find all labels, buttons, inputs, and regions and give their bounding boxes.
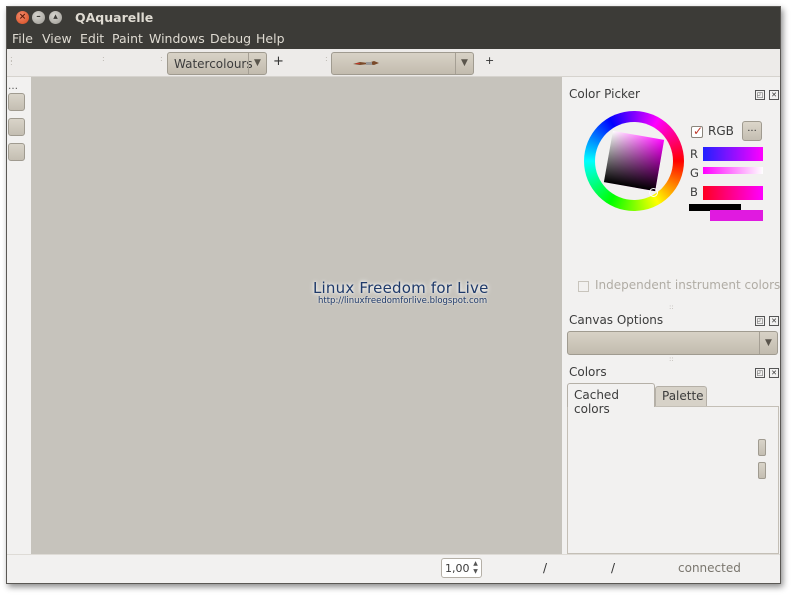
left-toolbar: … bbox=[7, 79, 29, 555]
close-panel-icon[interactable]: ✕ bbox=[769, 316, 779, 326]
status-separator: / bbox=[611, 561, 616, 575]
chevron-down-icon: ▼ bbox=[759, 332, 777, 354]
maximize-window-button[interactable]: ▴ bbox=[49, 11, 62, 24]
brush-set-combo[interactable]: Watercolours ▼ bbox=[167, 52, 267, 75]
spin-up-icon[interactable]: ▲ bbox=[471, 560, 480, 568]
rgb-label: RGB bbox=[708, 124, 734, 138]
independent-colors-label: Independent instrument colors bbox=[595, 278, 781, 292]
splitter-handle[interactable]: :: bbox=[669, 303, 674, 311]
brush-set-value: Watercolours bbox=[174, 57, 253, 71]
menu-file[interactable]: File bbox=[12, 31, 33, 46]
app-window: × – ▴ QAquarelle File View Edit Paint Wi… bbox=[6, 6, 781, 584]
cached-colors-panel bbox=[567, 406, 779, 554]
add-brush-set-button[interactable]: + bbox=[273, 54, 284, 69]
canvas-options-title: Canvas Options bbox=[569, 313, 664, 327]
title-bar: × – ▴ QAquarelle bbox=[7, 7, 780, 29]
toolbar-grip[interactable]: : : bbox=[10, 55, 16, 67]
color-selector-ring[interactable] bbox=[649, 188, 658, 197]
menu-edit[interactable]: Edit bbox=[80, 31, 104, 46]
status-bar: 1,00 ▲ ▼ / / connected bbox=[7, 554, 780, 583]
more-options-button[interactable]: ... bbox=[742, 121, 762, 141]
tab-cached-colors[interactable]: Cached colors bbox=[567, 383, 655, 416]
tool-button-3[interactable] bbox=[8, 143, 25, 161]
float-panel-icon[interactable]: ◰ bbox=[755, 316, 765, 326]
scroll-down-button[interactable] bbox=[758, 462, 766, 479]
menu-windows[interactable]: Windows bbox=[149, 31, 205, 46]
watermark-url: http://linuxfreedomforlive.blogspot.com bbox=[318, 296, 488, 306]
float-panel-icon[interactable]: ◰ bbox=[755, 90, 765, 100]
menu-paint[interactable]: Paint bbox=[112, 31, 143, 46]
menu-help[interactable]: Help bbox=[256, 31, 285, 46]
channel-g-label: G bbox=[690, 166, 699, 180]
chevron-down-icon: ▼ bbox=[455, 53, 473, 74]
spin-down-icon[interactable]: ▼ bbox=[471, 568, 480, 576]
color-wheel[interactable] bbox=[584, 111, 684, 211]
current-color-swatch bbox=[710, 210, 763, 221]
status-separator: / bbox=[543, 561, 548, 575]
tab-palette[interactable]: Palette bbox=[655, 386, 707, 407]
channel-b-slider[interactable] bbox=[703, 186, 763, 200]
window-title: QAquarelle bbox=[75, 10, 154, 25]
tool-button-1[interactable] bbox=[8, 93, 25, 111]
independent-colors-checkbox[interactable] bbox=[578, 281, 589, 292]
toolbar-grip[interactable]: : bbox=[160, 55, 166, 63]
paint-canvas[interactable]: Linux Freedom for Live http://linuxfreed… bbox=[31, 77, 562, 554]
colors-title: Colors bbox=[569, 365, 607, 379]
canvas-options-combo[interactable]: ▼ bbox=[567, 331, 778, 355]
tool-button-2[interactable] bbox=[8, 118, 25, 136]
right-dock: Color Picker ◰ ✕ ✓ RGB ... R G B Indepen… bbox=[564, 77, 781, 554]
menu-bar: File View Edit Paint Windows Debug Help bbox=[7, 29, 780, 49]
checkmark-icon: ✓ bbox=[693, 124, 704, 138]
connection-status: connected bbox=[678, 561, 741, 575]
scroll-up-button[interactable] bbox=[758, 439, 766, 456]
menu-view[interactable]: View bbox=[42, 31, 72, 46]
menu-debug[interactable]: Debug bbox=[210, 31, 251, 46]
saturation-value-square[interactable] bbox=[603, 130, 665, 192]
float-panel-icon[interactable]: ◰ bbox=[755, 368, 765, 378]
channel-g-slider[interactable] bbox=[703, 167, 763, 174]
main-toolbar: : : : : Watercolours ▼ + : ▼ + bbox=[7, 49, 780, 77]
color-picker-title: Color Picker bbox=[569, 87, 640, 101]
close-panel-icon[interactable]: ✕ bbox=[769, 90, 779, 100]
toolbar-grip[interactable]: … bbox=[8, 81, 18, 92]
chevron-down-icon: ▼ bbox=[248, 53, 266, 74]
channel-r-label: R bbox=[690, 147, 698, 161]
brush-combo[interactable]: ▼ bbox=[331, 52, 474, 75]
minimize-window-button[interactable]: – bbox=[32, 11, 45, 24]
zoom-spinbox[interactable]: 1,00 ▲ ▼ bbox=[441, 558, 482, 578]
splitter-handle[interactable]: :: bbox=[669, 355, 674, 363]
close-panel-icon[interactable]: ✕ bbox=[769, 368, 779, 378]
watermark-title: Linux Freedom for Live bbox=[313, 279, 489, 297]
add-brush-button[interactable]: + bbox=[485, 54, 494, 67]
zoom-value: 1,00 bbox=[445, 562, 470, 575]
toolbar-grip[interactable]: : bbox=[102, 55, 108, 63]
channel-r-slider[interactable] bbox=[703, 147, 763, 161]
brush-icon bbox=[353, 61, 379, 65]
channel-b-label: B bbox=[690, 185, 698, 199]
rgb-checkbox[interactable]: ✓ bbox=[691, 124, 704, 138]
close-window-button[interactable]: × bbox=[16, 11, 29, 24]
